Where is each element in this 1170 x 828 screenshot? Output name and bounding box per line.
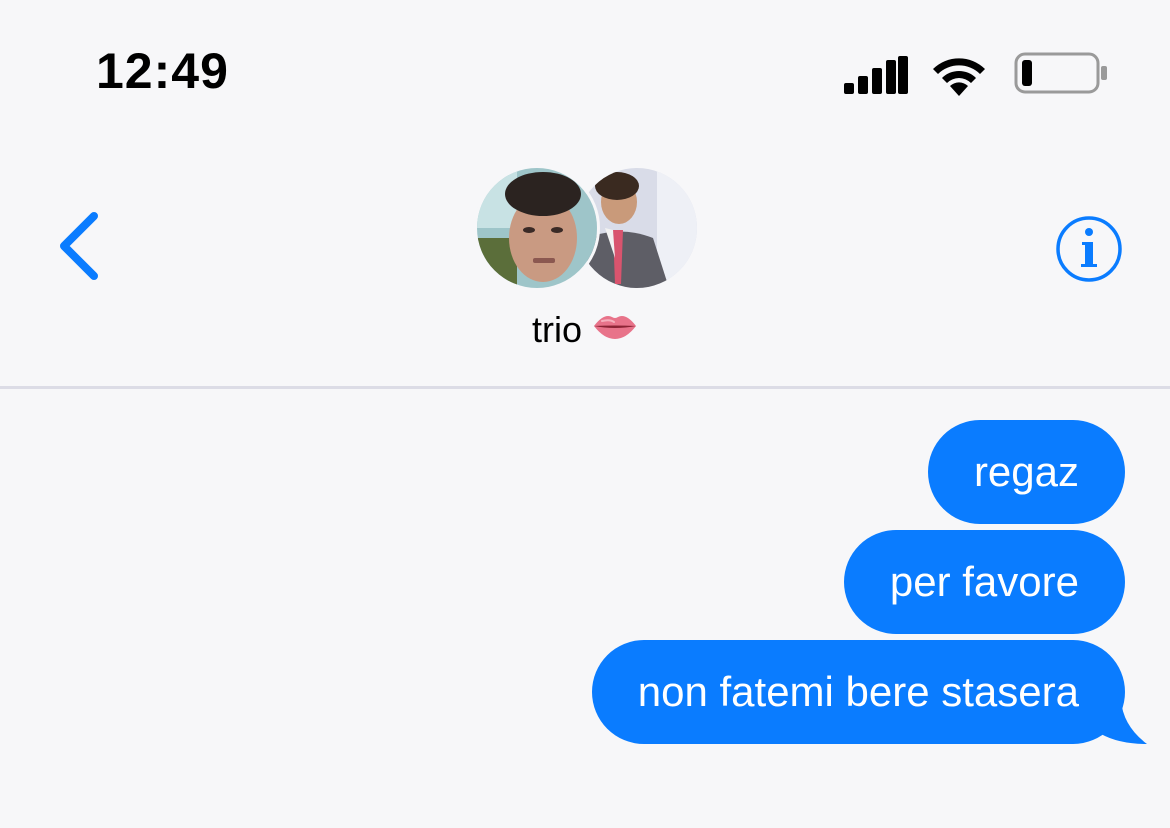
avatar [474, 165, 600, 291]
message-bubble[interactable]: regaz [927, 420, 1125, 524]
group-name[interactable]: trio [0, 310, 1170, 350]
battery-icon [1014, 52, 1107, 94]
status-icons [838, 52, 1128, 102]
header-divider [0, 386, 1170, 389]
message-bubble[interactable]: per favore [843, 530, 1125, 634]
back-button[interactable] [50, 208, 110, 284]
wifi-icon [933, 58, 985, 96]
info-icon [1056, 216, 1122, 282]
info-button[interactable] [1054, 214, 1124, 284]
bubble-tail-icon [1101, 700, 1147, 744]
signal-icon [844, 56, 908, 94]
message-thread: regaz per favore non fatemi bere stasera [591, 420, 1147, 744]
message-bubble-last[interactable]: non fatemi bere stasera [591, 640, 1147, 744]
status-time: 12:49 [96, 43, 229, 99]
message-text: non fatemi bere stasera [637, 668, 1079, 715]
group-avatars[interactable] [474, 165, 700, 291]
group-name-label: trio [531, 309, 582, 350]
lips-icon [592, 309, 638, 349]
chevron-left-icon [60, 212, 98, 280]
